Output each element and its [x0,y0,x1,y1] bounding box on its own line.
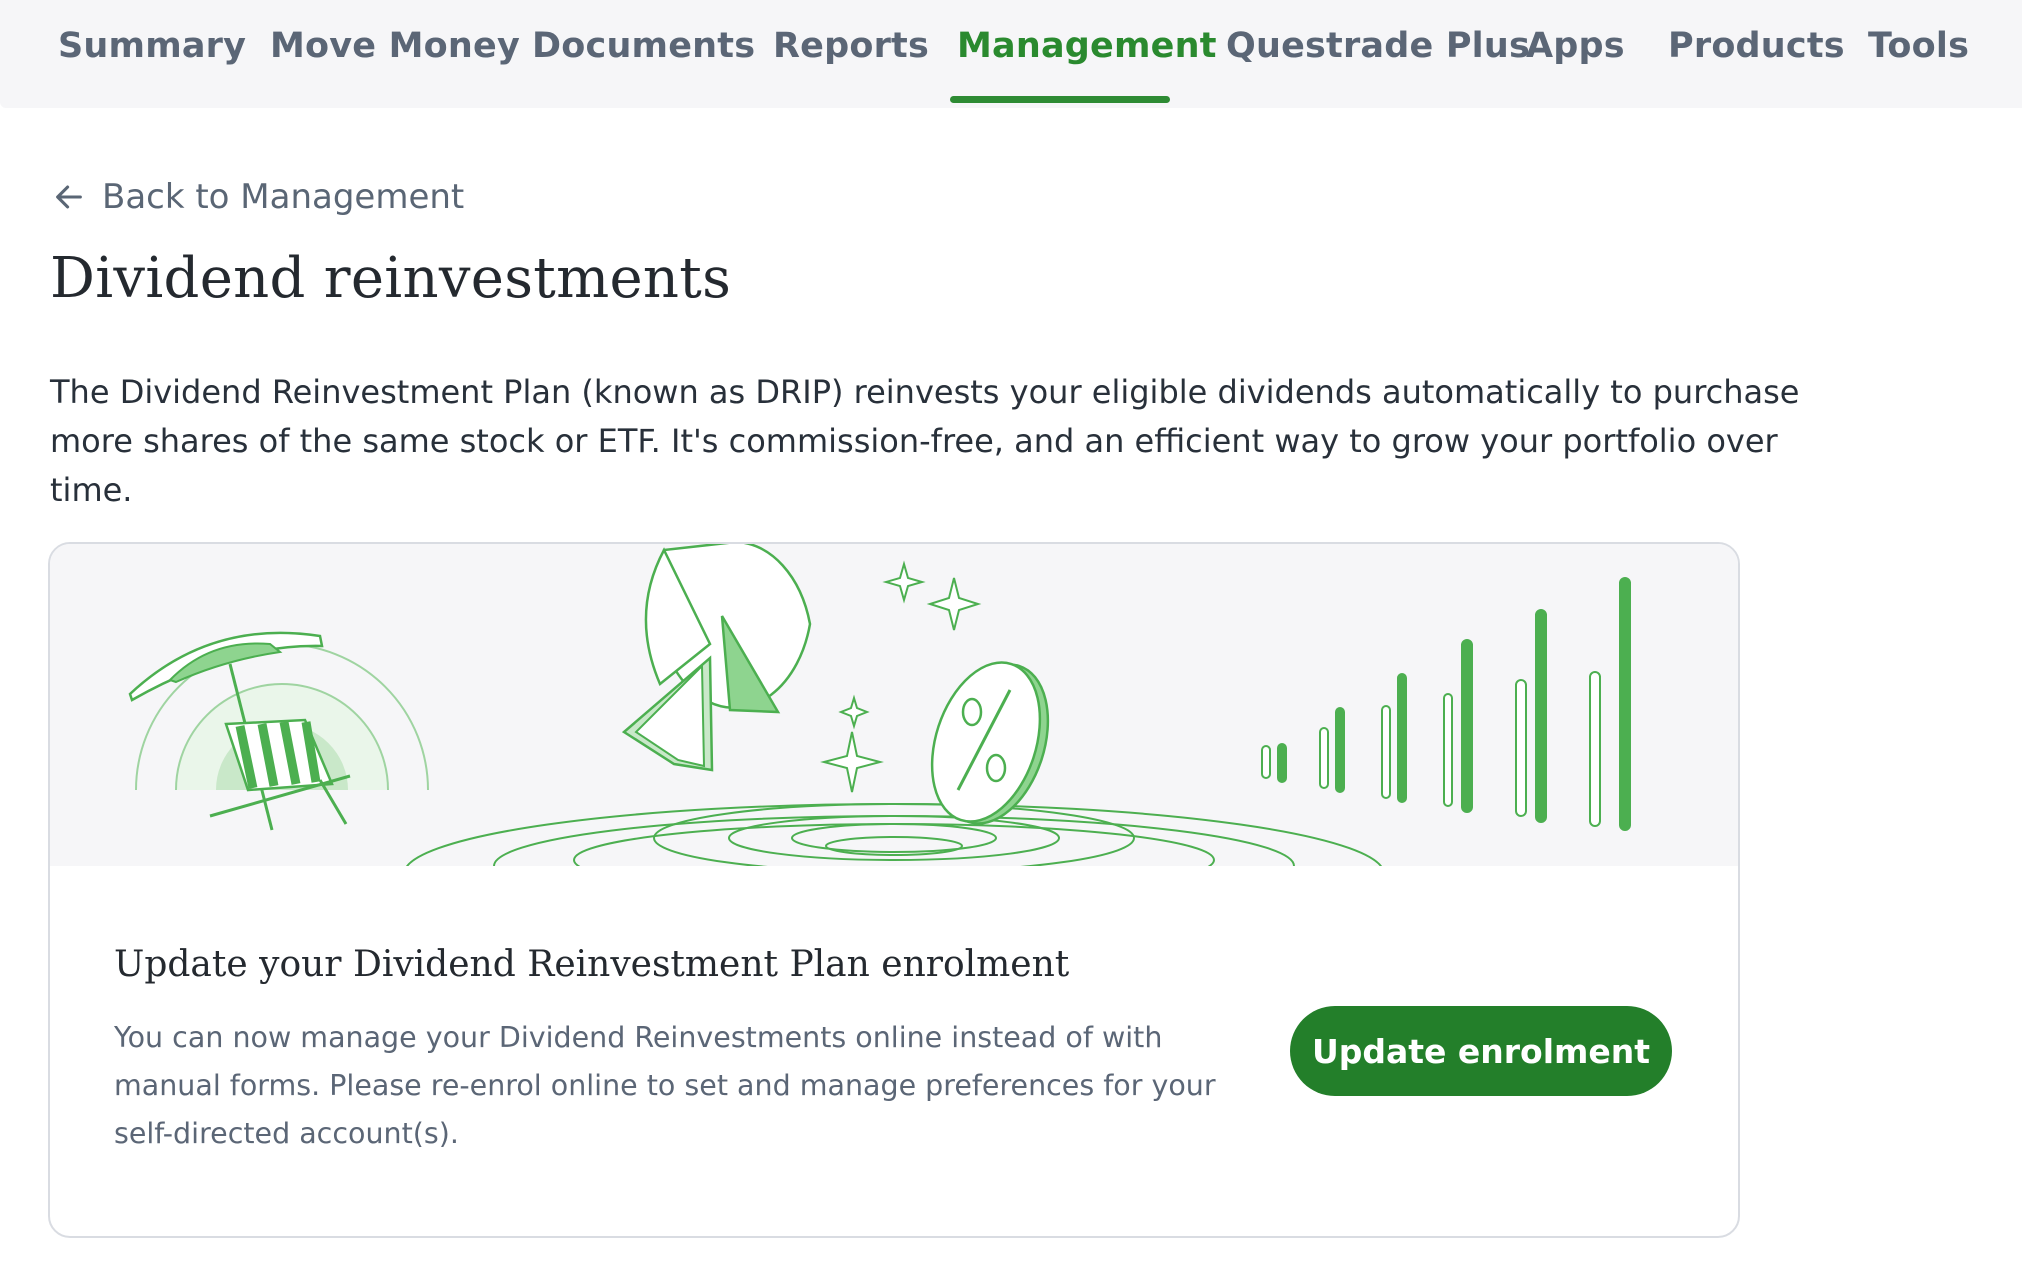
tab-summary[interactable]: Summary [58,26,246,98]
tab-move-money[interactable]: Move Money [270,26,520,98]
update-enrolment-button[interactable]: Update enrolment [1290,1006,1672,1096]
beach-umbrella-icon [128,631,429,831]
back-to-management-link[interactable]: Back to Management [52,174,464,220]
ripple-rings [403,803,1385,945]
tab-tools[interactable]: Tools [1868,26,1969,98]
card-title: Update your Dividend Reinvestment Plan e… [114,944,1070,985]
top-navigation: Summary Move Money Documents Reports Man… [0,0,2022,108]
back-link-label: Back to Management [102,177,465,217]
tab-products[interactable]: Products [1668,26,1845,98]
page-intro: The Dividend Reinvestment Plan (known as… [50,373,1800,509]
pie-chart-icon [621,544,812,772]
tab-reports[interactable]: Reports [773,26,929,98]
tab-apps[interactable]: Apps [1526,26,1625,98]
arrow-left-icon [56,185,82,209]
tab-management[interactable]: Management [957,26,1217,98]
drip-enrolment-card: Update your Dividend Reinvestment Plan e… [48,542,1740,1238]
bar-chart-icon [1261,577,1631,831]
percent-coin-icon [930,661,1050,825]
card-description: You can now manage your Dividend Reinves… [114,1021,1216,1150]
tab-documents[interactable]: Documents [532,26,755,98]
tab-questrade-plus[interactable]: Questrade Plus [1226,26,1530,98]
illustration-graphic [128,544,1631,945]
active-tab-indicator [950,96,1170,103]
drip-illustration [50,544,1738,945]
page-title: Dividend reinvestments [50,246,732,311]
